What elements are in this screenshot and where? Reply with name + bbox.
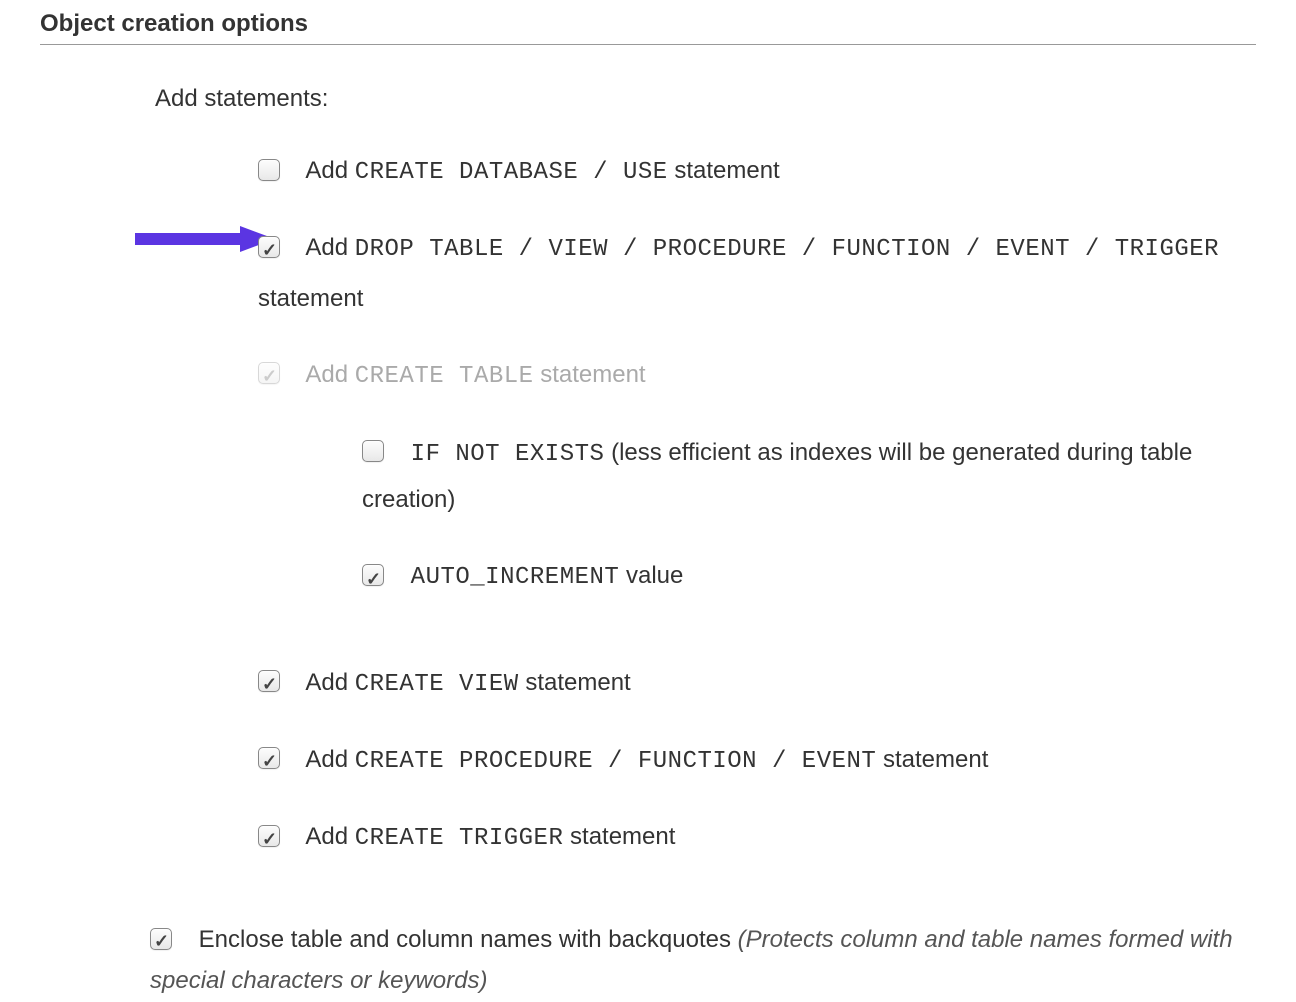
label-create-database-code: CREATE DATABASE / USE: [355, 159, 668, 186]
checkbox-auto-increment[interactable]: [362, 564, 384, 586]
row-create-procedure: Add CREATE PROCEDURE / FUNCTION / EVENT …: [40, 738, 1256, 783]
checkbox-create-procedure[interactable]: [258, 747, 280, 769]
label-auto-increment-post: value: [619, 562, 683, 589]
checkbox-drop-table[interactable]: [258, 236, 280, 258]
label-auto-increment-code: AUTO_INCREMENT: [411, 564, 620, 591]
label-create-view-pre: Add: [305, 669, 354, 696]
add-statements-label: Add statements:: [40, 85, 1256, 113]
label-enclose-text: Enclose table and column names with back…: [199, 926, 738, 953]
label-create-table-post: statement: [534, 361, 646, 388]
row-drop-table: Add DROP TABLE / VIEW / PROCEDURE / FUNC…: [40, 226, 1256, 320]
label-create-view-post: statement: [519, 669, 631, 696]
row-create-table: Add CREATE TABLE statement: [40, 353, 1256, 398]
label-create-trigger-post: statement: [563, 823, 675, 850]
label-create-procedure-pre: Add: [305, 746, 354, 773]
row-if-not-exists: IF NOT EXISTS (less efficient as indexes…: [40, 430, 1256, 523]
label-create-database-post: statement: [668, 157, 780, 184]
label-drop-table-code: DROP TABLE / VIEW / PROCEDURE / FUNCTION…: [355, 236, 1219, 263]
label-create-procedure-code: CREATE PROCEDURE / FUNCTION / EVENT: [355, 748, 877, 775]
row-create-view: Add CREATE VIEW statement: [40, 661, 1256, 706]
label-create-database-pre: Add: [305, 157, 354, 184]
label-drop-table-pre: Add: [305, 234, 354, 261]
label-if-not-exists-code: IF NOT EXISTS: [411, 441, 605, 468]
checkbox-create-trigger[interactable]: [258, 825, 280, 847]
label-create-table-pre: Add: [305, 361, 354, 388]
label-create-table-code: CREATE TABLE: [355, 363, 534, 390]
label-create-trigger-code: CREATE TRIGGER: [355, 825, 564, 852]
row-create-trigger: Add CREATE TRIGGER statement: [40, 815, 1256, 860]
row-auto-increment: AUTO_INCREMENT value: [40, 553, 1256, 601]
label-drop-table-post: statement: [258, 277, 1256, 320]
label-create-view-code: CREATE VIEW: [355, 671, 519, 698]
section-title: Object creation options: [40, 10, 1256, 45]
label-create-trigger-pre: Add: [305, 823, 354, 850]
row-enclose-backquotes: Enclose table and column names with back…: [40, 920, 1256, 1002]
checkbox-enclose-backquotes[interactable]: [150, 928, 172, 950]
checkbox-create-table: [258, 362, 280, 384]
checkbox-if-not-exists[interactable]: [362, 440, 384, 462]
checkbox-create-view[interactable]: [258, 670, 280, 692]
label-create-procedure-post: statement: [876, 746, 988, 773]
row-create-database: Add CREATE DATABASE / USE statement: [40, 149, 1256, 194]
arrow-right-icon: [135, 224, 275, 254]
checkbox-create-database[interactable]: [258, 159, 280, 181]
